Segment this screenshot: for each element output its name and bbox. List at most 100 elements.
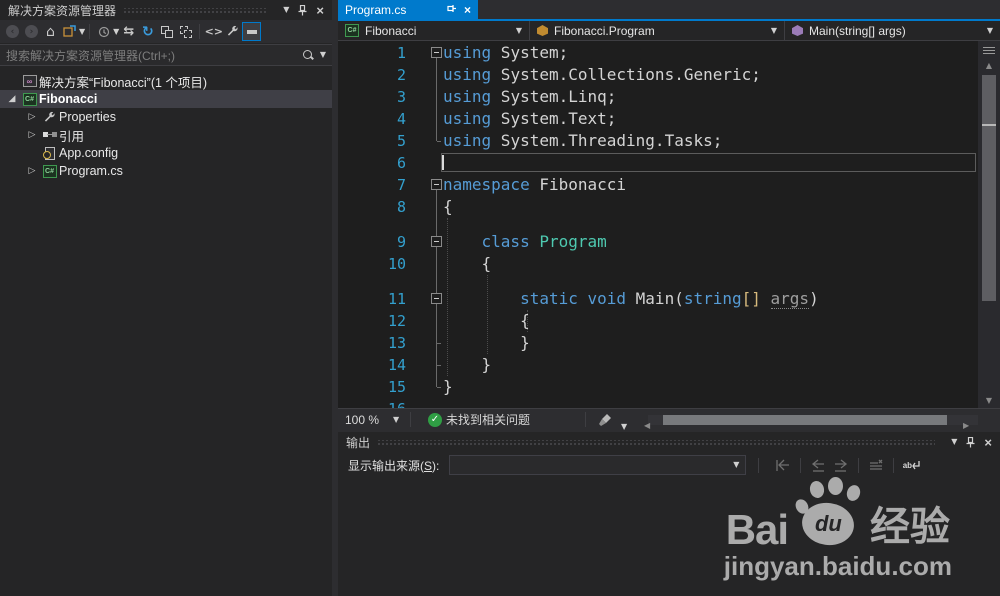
code-surface[interactable]: 1using System;2using System.Collections.… <box>338 41 1000 408</box>
fold-gutter <box>406 196 443 218</box>
tree-item[interactable]: App.config <box>0 144 332 162</box>
back-icon[interactable]: ‹ <box>3 22 22 41</box>
split-editor-handle[interactable] <box>981 43 997 58</box>
collapse-all-icon[interactable] <box>157 22 176 41</box>
code-text: class Program <box>443 231 978 253</box>
tree-item[interactable]: ▷引用 <box>0 126 332 144</box>
pending-changes-filter-icon[interactable] <box>94 22 113 41</box>
forward-icon[interactable]: › <box>22 22 41 41</box>
current-line-highlight <box>441 153 976 172</box>
tree-expander-icon[interactable]: ▷ <box>24 130 40 140</box>
fold-gutter <box>406 86 443 108</box>
toggle-word-wrap-icon[interactable]: ab <box>901 456 921 475</box>
tab-close-icon[interactable]: × <box>464 4 471 16</box>
collapse-region-icon[interactable] <box>431 179 442 190</box>
refresh-icon[interactable]: ↻ <box>138 22 157 41</box>
code-line[interactable]: 16 <box>338 398 978 408</box>
code-line[interactable]: 14 } <box>338 354 978 376</box>
preview-selected-items-icon[interactable] <box>242 22 261 41</box>
solution-explorer-toolbar: ‹ › ⌂ ▼ ▼ ⇆ ↻ <> <box>0 20 332 43</box>
code-line[interactable]: 5using System.Threading.Tasks; <box>338 130 978 152</box>
line-number: 8 <box>338 196 406 218</box>
line-number: 9 <box>338 231 406 253</box>
watermark-bai-text: Bai <box>726 511 788 549</box>
chevron-down-icon: ▼ <box>733 461 739 469</box>
code-text: { <box>443 196 978 218</box>
code-line[interactable]: 15} <box>338 376 978 398</box>
window-position-icon[interactable]: ▼ <box>951 438 957 446</box>
search-options-dropdown[interactable]: ▼ <box>320 51 326 59</box>
find-message-in-code-icon[interactable] <box>773 456 793 475</box>
show-all-files-icon[interactable] <box>176 22 195 41</box>
output-source-label: 显示输出来源(S): <box>348 457 439 474</box>
scroll-up-icon[interactable]: ▲ <box>978 61 1000 70</box>
tree-expander-icon[interactable]: ▷ <box>24 112 40 122</box>
fold-line <box>436 58 437 141</box>
type-dropdown-value: Fibonacci.Program <box>554 24 655 38</box>
config-file-icon <box>45 147 55 160</box>
window-position-icon[interactable]: ▼ <box>283 6 289 14</box>
switch-views-dropdown[interactable]: ▼ <box>79 28 85 36</box>
pin-icon[interactable] <box>298 5 307 16</box>
collapse-region-icon[interactable] <box>431 47 442 58</box>
code-text: } <box>443 376 978 398</box>
code-line[interactable]: 2using System.Collections.Generic; <box>338 64 978 86</box>
go-to-next-message-icon[interactable] <box>831 456 851 475</box>
code-cleanup-icon[interactable] <box>598 409 613 430</box>
output-header[interactable]: 输出 ▼ × <box>338 432 1000 452</box>
zoom-dropdown-icon[interactable]: ▼ <box>393 409 399 430</box>
vertical-scroll-thumb[interactable] <box>982 75 996 301</box>
output-toolbar: 显示输出来源(S): ▼ <box>338 452 1000 478</box>
scroll-down-icon[interactable]: ▼ <box>978 396 1000 405</box>
view-code-icon[interactable]: <> <box>204 22 223 41</box>
zoom-level[interactable]: 100 % <box>345 409 379 430</box>
code-text: using System.Threading.Tasks; <box>443 130 978 152</box>
code-line[interactable]: 13 } <box>338 332 978 354</box>
horizontal-scroll-thumb[interactable] <box>663 415 947 425</box>
solution-icon: ∞ <box>23 75 37 87</box>
tree-item[interactable]: ▷C#Program.cs <box>0 162 332 180</box>
properties-icon[interactable] <box>223 22 242 41</box>
output-panel: 输出 ▼ × 显示输出来源(S): ▼ <box>338 432 1000 596</box>
code-line[interactable]: 3using System.Linq; <box>338 86 978 108</box>
solution-search-box[interactable]: 搜索解决方案资源管理器(Ctrl+;) ▼ <box>0 44 332 66</box>
tab-program-cs[interactable]: Program.cs × <box>338 0 478 19</box>
line-number: 13 <box>338 332 406 354</box>
tree-item[interactable]: ◢C#Fibonacci <box>0 90 332 108</box>
clear-all-icon[interactable] <box>866 456 886 475</box>
vertical-scrollbar[interactable]: ▲ ▼ <box>978 41 1000 408</box>
line-number: 10 <box>338 253 406 275</box>
close-icon[interactable]: × <box>984 436 992 449</box>
editor-status-bar: 100 % ▼ ✓ 未找到相关问题 ▼ ◀ ▶ <box>338 408 1000 430</box>
code-line[interactable]: 10 { <box>338 253 978 275</box>
output-source-combo[interactable]: ▼ <box>449 455 746 475</box>
tree-item[interactable]: ▷ Properties <box>0 108 332 126</box>
tree-expander-icon[interactable]: ▷ <box>24 166 40 176</box>
tree-expander-icon[interactable]: ◢ <box>4 94 20 104</box>
member-dropdown[interactable]: Main(string[] args) ▼ <box>785 21 1000 40</box>
code-line[interactable]: 8{ <box>338 196 978 218</box>
tree-item-label: Properties <box>59 110 116 124</box>
code-line[interactable]: 4using System.Text; <box>338 108 978 130</box>
tree-item[interactable]: ∞解决方案“Fibonacci”(1 个项目) <box>0 72 332 90</box>
close-icon[interactable]: × <box>316 4 324 17</box>
project-dropdown[interactable]: C# Fibonacci ▼ <box>338 21 530 40</box>
switch-views-icon[interactable] <box>60 22 79 41</box>
code-line[interactable]: 12 { <box>338 310 978 332</box>
toolbar-separator <box>893 458 894 473</box>
search-icon[interactable] <box>302 49 314 61</box>
class-icon <box>537 25 548 36</box>
type-dropdown[interactable]: Fibonacci.Program ▼ <box>530 21 785 40</box>
go-to-previous-message-icon[interactable] <box>808 456 828 475</box>
solution-tree: ∞解决方案“Fibonacci”(1 个项目)◢C#Fibonacci ▷ Prop… <box>0 72 332 180</box>
line-number: 15 <box>338 376 406 398</box>
sync-with-active-document-icon[interactable]: ⇆ <box>119 22 138 41</box>
collapse-region-icon[interactable] <box>431 236 442 247</box>
tab-pin-icon[interactable] <box>447 4 456 15</box>
wrench-icon <box>43 111 56 124</box>
solution-explorer-header[interactable]: 解决方案资源管理器 ▼ × <box>0 0 332 20</box>
home-icon[interactable]: ⌂ <box>41 22 60 41</box>
pin-icon[interactable] <box>966 437 975 448</box>
collapse-region-icon[interactable] <box>431 293 442 304</box>
health-indicator[interactable]: ✓ <box>428 409 442 430</box>
